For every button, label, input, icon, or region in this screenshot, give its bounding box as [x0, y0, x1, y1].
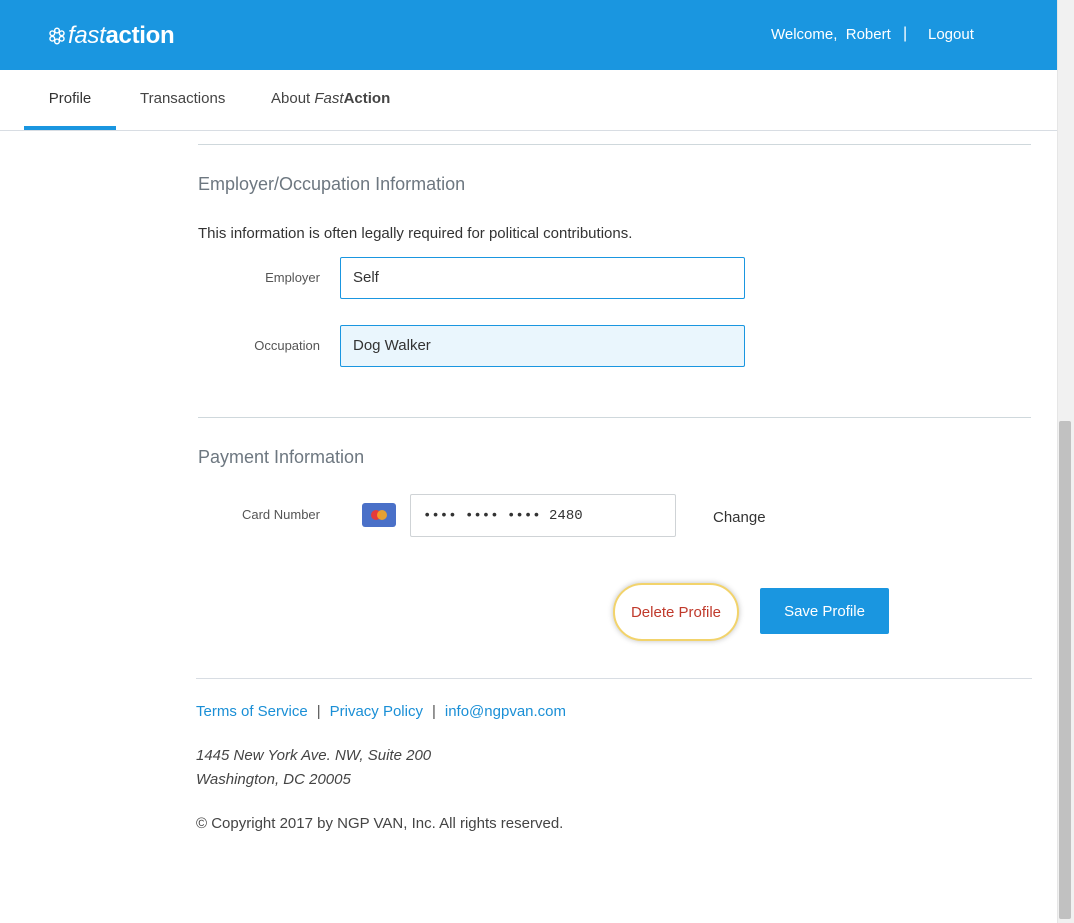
section-divider [198, 144, 1031, 145]
address-line-1: 1445 New York Ave. NW, Suite 200 [196, 747, 432, 764]
logo-fast-text: fast [68, 22, 106, 49]
privacy-policy-link[interactable]: Privacy Policy [330, 703, 423, 720]
tab-about-fast: Fast [314, 90, 344, 107]
email-link[interactable]: info@ngpvan.com [445, 703, 566, 720]
card-number-label: Card Number [241, 507, 320, 522]
change-card-link[interactable]: Change [713, 509, 766, 526]
occupation-field[interactable]: Dog Walker [340, 325, 745, 367]
footer-separator: | [316, 703, 321, 720]
employer-field[interactable]: Self [340, 257, 745, 299]
header-separator: | [903, 25, 908, 42]
delete-profile-button[interactable]: Delete Profile [613, 583, 739, 641]
employer-label: Employer [265, 270, 320, 285]
save-profile-button[interactable]: Save Profile [760, 588, 889, 634]
occupation-label: Occupation [254, 338, 320, 353]
page-scrollbar-thumb[interactable] [1059, 421, 1071, 919]
welcome-text: Welcome, Robert [771, 26, 891, 43]
mastercard-icon [362, 503, 396, 527]
logo-action-text: action [105, 22, 175, 49]
tab-about-fastaction[interactable]: About FastAction [271, 70, 390, 130]
fastaction-logo[interactable]: fast action [48, 20, 175, 52]
tab-about-prefix: About [271, 90, 315, 107]
flower-icon [49, 27, 65, 45]
address-line-2: Washington, DC 20005 [196, 771, 351, 788]
footer-links: Terms of Service | Privacy Policy | info@ngp… [196, 703, 566, 720]
employer-note: This information is often legally requir… [198, 225, 633, 242]
nav-tabs: Profile Transactions About FastAction [0, 70, 1057, 131]
logout-link[interactable]: Logout [928, 26, 974, 43]
copyright-text: © Copyright 2017 by NGP VAN, Inc. All ri… [196, 815, 564, 832]
card-number-field: •••• •••• •••• 2480 [410, 494, 676, 537]
footer-separator: | [431, 703, 436, 720]
tab-profile[interactable]: Profile [24, 70, 116, 130]
payment-section-title: Payment Information [198, 447, 365, 467]
footer-divider [196, 678, 1032, 679]
terms-of-service-link[interactable]: Terms of Service [196, 703, 308, 720]
section-divider [198, 417, 1031, 418]
top-header: fast action Welcome, Robert | Logout [0, 0, 1057, 70]
employer-section-title: Employer/Occupation Information [198, 174, 466, 194]
tab-about-action: Action [343, 90, 391, 107]
card-circle-orange [377, 510, 387, 520]
tab-transactions[interactable]: Transactions [140, 70, 225, 130]
